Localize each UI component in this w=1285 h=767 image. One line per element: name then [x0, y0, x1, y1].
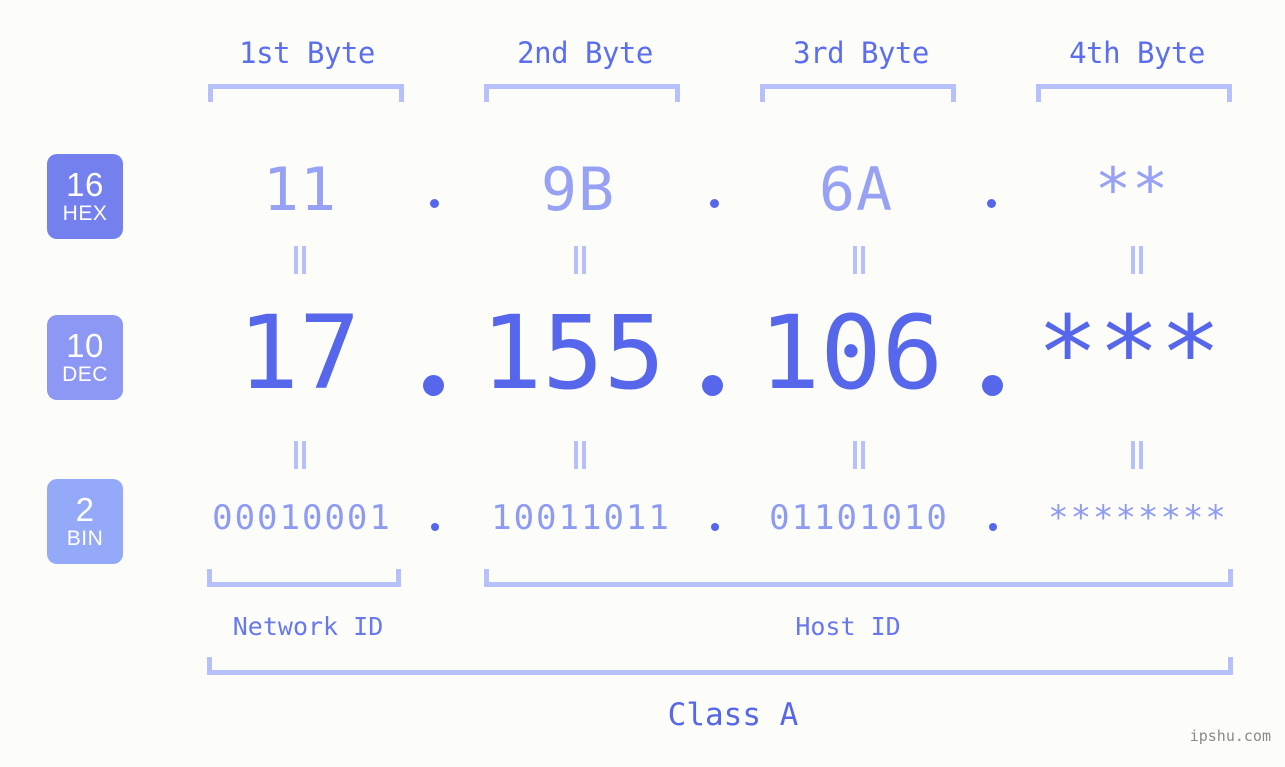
hex-separator-3: [987, 199, 996, 208]
bin-byte-4: ********: [1048, 498, 1228, 538]
dec-byte-1: 17: [237, 294, 361, 413]
host-id-bracket: [484, 569, 1233, 587]
byte-bracket-3: [760, 84, 956, 102]
base-badge-dec-number: 10: [66, 327, 104, 364]
host-id-label: Host ID: [795, 612, 901, 641]
dec-separator-1: [423, 375, 444, 396]
class-bracket: [207, 657, 1233, 675]
byte-bracket-4: [1036, 84, 1232, 102]
byte-header-3: 3rd Byte: [793, 36, 929, 70]
hex-byte-4: **: [1094, 155, 1170, 225]
dec-byte-2: 155: [480, 294, 666, 413]
bin-separator-1: [431, 523, 439, 531]
equals-mark-hex-dec-3: [851, 246, 867, 274]
equals-mark-dec-bin-1: [292, 441, 308, 469]
base-badge-bin-name: BIN: [66, 527, 104, 550]
dec-separator-3: [982, 375, 1003, 396]
equals-mark-hex-dec-1: [292, 246, 308, 274]
base-badge-hex-number: 16: [66, 166, 104, 203]
byte-bracket-1: [208, 84, 404, 102]
byte-bracket-2: [484, 84, 680, 102]
class-label: Class A: [667, 697, 799, 733]
network-id-label: Network ID: [232, 612, 384, 641]
equals-mark-dec-bin-4: [1129, 441, 1145, 469]
base-badge-dec: 10 DEC: [47, 315, 123, 400]
base-badge-hex: 16 HEX: [47, 154, 123, 239]
base-badge-bin-number: 2: [75, 491, 95, 528]
hex-separator-2: [710, 199, 719, 208]
dec-separator-2: [702, 375, 723, 396]
base-badge-bin: 2 BIN: [47, 479, 123, 564]
ip-address-breakdown-diagram: 1st Byte 2nd Byte 3rd Byte 4th Byte 16 H…: [0, 0, 1285, 767]
byte-header-4: 4th Byte: [1069, 36, 1205, 70]
site-watermark: ipshu.com: [1189, 727, 1271, 745]
dec-byte-4: ***: [1036, 294, 1222, 413]
network-id-bracket: [207, 569, 401, 587]
equals-mark-dec-bin-2: [572, 441, 588, 469]
dec-byte-3: 106: [758, 294, 944, 413]
base-badge-hex-name: HEX: [62, 202, 108, 225]
bin-byte-1: 00010001: [212, 498, 392, 538]
equals-mark-hex-dec-2: [572, 246, 588, 274]
equals-mark-hex-dec-4: [1129, 246, 1145, 274]
bin-separator-2: [711, 523, 719, 531]
bin-separator-3: [989, 523, 997, 531]
byte-header-1: 1st Byte: [239, 36, 375, 70]
equals-mark-dec-bin-3: [851, 441, 867, 469]
byte-header-2: 2nd Byte: [517, 36, 653, 70]
hex-byte-2: 9B: [540, 155, 616, 225]
hex-separator-1: [430, 199, 439, 208]
bin-byte-2: 10011011: [491, 498, 671, 538]
hex-byte-1: 11: [262, 155, 338, 225]
base-badge-dec-name: DEC: [62, 363, 108, 386]
bin-byte-3: 01101010: [769, 498, 949, 538]
hex-byte-3: 6A: [818, 155, 894, 225]
